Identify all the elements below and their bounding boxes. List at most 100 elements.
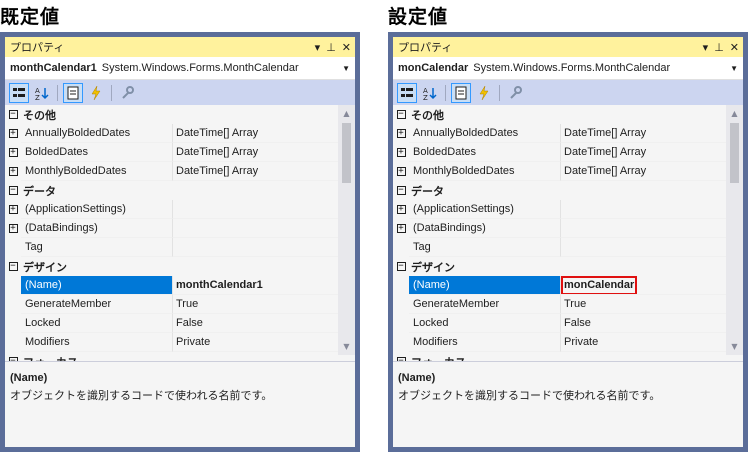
property-name[interactable]: BoldedDates	[21, 143, 173, 162]
property-pages-icon[interactable]	[505, 83, 525, 103]
expand-icon[interactable]: +	[8, 224, 18, 233]
property-row[interactable]: Modifiers Private	[5, 333, 338, 352]
collapse-icon[interactable]: −	[8, 186, 18, 195]
expand-icon[interactable]: +	[396, 224, 406, 233]
collapse-icon[interactable]: −	[8, 110, 18, 119]
property-name[interactable]: GenerateMember	[409, 295, 561, 314]
titlebar[interactable]: プロパティ ▾ ⊥ ✕	[5, 37, 355, 57]
property-row[interactable]: Modifiers Private	[393, 333, 726, 352]
dropdown-arrow-icon[interactable]: ▾	[315, 41, 321, 54]
vertical-scrollbar[interactable]: ▲ ▼	[338, 105, 355, 355]
scroll-down-icon[interactable]: ▼	[338, 338, 355, 355]
property-name[interactable]: (DataBindings)	[409, 219, 561, 238]
property-row[interactable]: + MonthlyBoldedDates DateTime[] Array	[5, 162, 338, 181]
property-value[interactable]	[561, 200, 726, 219]
expand-icon[interactable]: +	[8, 129, 18, 138]
name-value-editbox[interactable]: monCalendar	[561, 276, 638, 294]
pin-icon[interactable]: ⊥	[326, 41, 336, 54]
category-row[interactable]: − デザイン	[393, 257, 726, 276]
property-value[interactable]	[561, 238, 726, 257]
property-value[interactable]	[173, 238, 338, 257]
property-row[interactable]: GenerateMember True	[5, 295, 338, 314]
property-value[interactable]: monCalendar	[561, 276, 726, 295]
property-value[interactable]	[561, 219, 726, 238]
property-name[interactable]: AnnuallyBoldedDates	[409, 124, 561, 143]
property-value[interactable]: DateTime[] Array	[561, 124, 726, 143]
property-row[interactable]: Locked False	[5, 314, 338, 333]
property-value[interactable]: DateTime[] Array	[561, 143, 726, 162]
pin-icon[interactable]: ⊥	[714, 41, 724, 54]
scroll-up-icon[interactable]: ▲	[338, 105, 355, 122]
property-row[interactable]: Locked False	[393, 314, 726, 333]
property-name[interactable]: Tag	[409, 238, 561, 257]
property-value[interactable]: monthCalendar1	[173, 276, 338, 295]
property-name[interactable]: MonthlyBoldedDates	[21, 162, 173, 181]
property-value[interactable]: DateTime[] Array	[173, 124, 338, 143]
alphabetical-icon[interactable]: AZ	[420, 83, 440, 103]
property-row[interactable]: + AnnuallyBoldedDates DateTime[] Array	[393, 124, 726, 143]
property-row[interactable]: Tag	[393, 238, 726, 257]
property-value[interactable]: True	[561, 295, 726, 314]
properties-icon[interactable]	[63, 82, 83, 103]
property-value[interactable]: Private	[561, 333, 726, 352]
collapse-icon[interactable]: −	[396, 262, 406, 271]
events-icon[interactable]	[474, 83, 494, 103]
scroll-down-icon[interactable]: ▼	[726, 338, 743, 355]
expand-icon[interactable]: +	[396, 148, 406, 157]
property-row[interactable]: + AnnuallyBoldedDates DateTime[] Array	[5, 124, 338, 143]
category-row[interactable]: − データ	[393, 181, 726, 200]
property-row[interactable]: (Name) monCalendar	[393, 276, 726, 295]
property-name[interactable]: Modifiers	[409, 333, 561, 352]
property-value[interactable]: Private	[173, 333, 338, 352]
expand-icon[interactable]: +	[396, 205, 406, 214]
scrollbar-thumb[interactable]	[730, 123, 739, 183]
close-icon[interactable]: ✕	[730, 41, 739, 54]
property-row[interactable]: + BoldedDates DateTime[] Array	[393, 143, 726, 162]
property-name[interactable]: Locked	[21, 314, 173, 333]
expand-icon[interactable]: +	[8, 205, 18, 214]
property-name[interactable]: BoldedDates	[409, 143, 561, 162]
property-value[interactable]: True	[173, 295, 338, 314]
property-row[interactable]: + (ApplicationSettings)	[393, 200, 726, 219]
property-name[interactable]: Modifiers	[21, 333, 173, 352]
collapse-icon[interactable]: −	[396, 186, 406, 195]
categorized-icon[interactable]	[397, 82, 417, 103]
events-icon[interactable]	[86, 83, 106, 103]
chevron-down-icon[interactable]: ▼	[730, 64, 738, 73]
expand-icon[interactable]: +	[8, 148, 18, 157]
scroll-up-icon[interactable]: ▲	[726, 105, 743, 122]
property-name[interactable]: Tag	[21, 238, 173, 257]
property-row[interactable]: + (ApplicationSettings)	[5, 200, 338, 219]
property-value[interactable]: False	[561, 314, 726, 333]
category-row[interactable]: − データ	[5, 181, 338, 200]
property-row[interactable]: (Name) monthCalendar1	[5, 276, 338, 295]
expand-icon[interactable]: +	[396, 167, 406, 176]
titlebar[interactable]: プロパティ ▾ ⊥ ✕	[393, 37, 743, 57]
properties-icon[interactable]	[451, 82, 471, 103]
property-row[interactable]: + BoldedDates DateTime[] Array	[5, 143, 338, 162]
category-row[interactable]: − デザイン	[5, 257, 338, 276]
dropdown-arrow-icon[interactable]: ▾	[703, 41, 709, 54]
property-row[interactable]: + MonthlyBoldedDates DateTime[] Array	[393, 162, 726, 181]
scrollbar-thumb[interactable]	[342, 123, 351, 183]
property-row[interactable]: + (DataBindings)	[5, 219, 338, 238]
property-name[interactable]: (ApplicationSettings)	[21, 200, 173, 219]
property-name[interactable]: Locked	[409, 314, 561, 333]
property-value[interactable]: DateTime[] Array	[173, 143, 338, 162]
close-icon[interactable]: ✕	[342, 41, 351, 54]
property-name[interactable]: AnnuallyBoldedDates	[21, 124, 173, 143]
collapse-icon[interactable]: −	[396, 110, 406, 119]
property-name[interactable]: (Name)	[21, 276, 173, 295]
property-value[interactable]: DateTime[] Array	[173, 162, 338, 181]
collapse-icon[interactable]: −	[8, 262, 18, 271]
expand-icon[interactable]: +	[8, 167, 18, 176]
property-name[interactable]: GenerateMember	[21, 295, 173, 314]
property-name[interactable]: (DataBindings)	[21, 219, 173, 238]
object-selector[interactable]: monthCalendar1 System.Windows.Forms.Mont…	[5, 57, 355, 80]
property-value[interactable]	[173, 200, 338, 219]
property-pages-icon[interactable]	[117, 83, 137, 103]
property-value[interactable]: False	[173, 314, 338, 333]
property-row[interactable]: GenerateMember True	[393, 295, 726, 314]
property-name[interactable]: (ApplicationSettings)	[409, 200, 561, 219]
alphabetical-icon[interactable]: AZ	[32, 83, 52, 103]
